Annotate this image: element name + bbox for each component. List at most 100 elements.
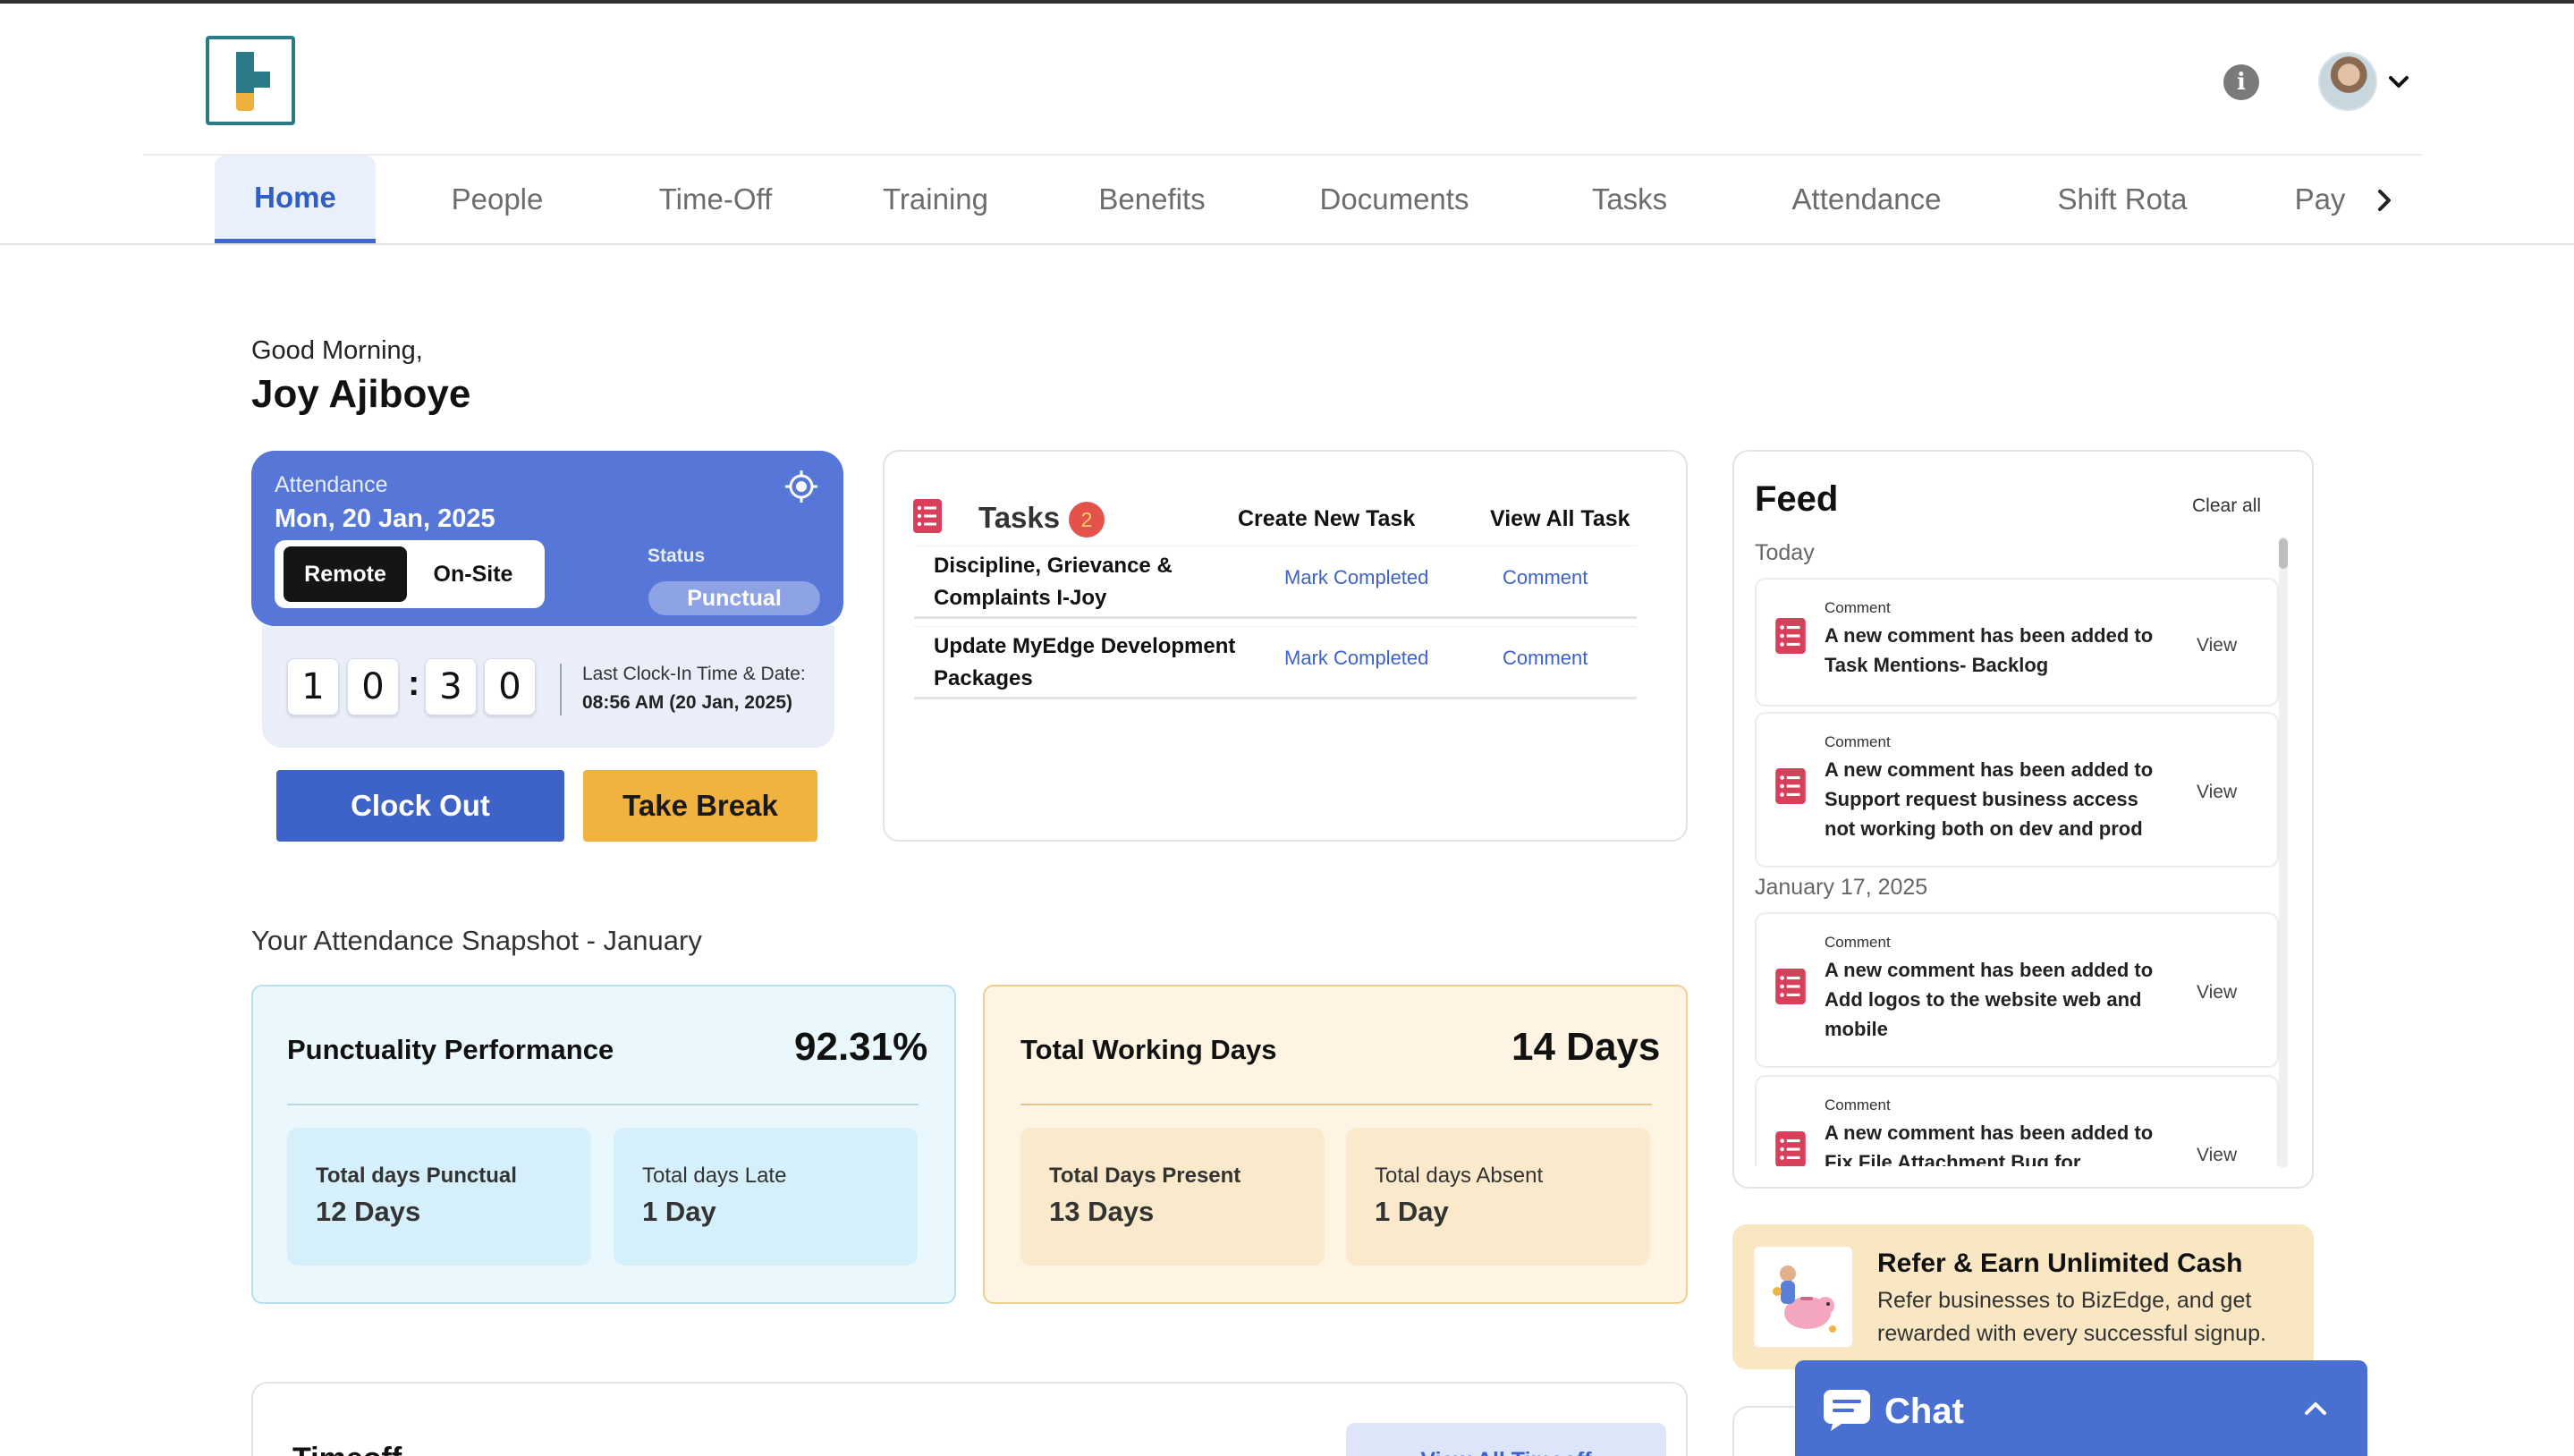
stat-value: 1 Day [642,1196,716,1227]
task-name: Discipline, Grievance & Complaints I-Joy [934,554,1173,610]
feed-date-heading: Today [1755,540,1815,565]
stat-label: Total days Punctual [316,1164,517,1188]
feed-item[interactable]: Comment A new comment has been added to … [1755,1075,2279,1166]
punctuality-value: 92.31% [794,1025,928,1069]
divider [287,1104,919,1105]
status-badge: Punctual [648,581,820,615]
working-days-heading: Total Working Days [1020,1034,1277,1065]
feed-date-heading: January 17, 2025 [1755,875,1928,900]
timer-digit: 0 [347,658,399,715]
refer-text: Refer businesses to BizEdge, and get rew… [1877,1288,2266,1346]
feed-item-kind: Comment [1825,599,1891,616]
feed-item-text: A new comment has been added to Fix File… [1825,1122,2154,1166]
comment-button[interactable]: Comment [1503,566,1588,589]
tab-documents[interactable]: Documents [1299,156,1490,243]
chevron-right-icon[interactable] [2370,182,2399,218]
create-new-task-link[interactable]: Create New Task [1238,506,1415,532]
mark-completed-button[interactable]: Mark Completed [1284,566,1428,589]
mark-completed-button[interactable]: Mark Completed [1284,647,1428,670]
task-list-icon [1775,1131,1806,1166]
company-logo[interactable] [206,36,295,125]
divider [560,664,562,715]
stat-label: Total days Late [642,1164,787,1188]
divider [1020,1104,1652,1105]
tab-training[interactable]: Training [866,156,1005,243]
feed-item-kind: Comment [1825,1096,1891,1113]
mode-remote-button[interactable]: Remote [284,546,407,602]
tab-home[interactable]: Home [215,156,376,243]
comment-button[interactable]: Comment [1503,647,1588,670]
task-list-icon [1775,768,1806,804]
punctuality-heading: Punctuality Performance [287,1034,614,1065]
location-target-icon[interactable] [783,469,819,504]
avatar[interactable] [2318,52,2377,111]
timer-digit: 0 [484,658,536,715]
feed-item-text: A new comment has been added to Support … [1825,758,2154,840]
feed-view-button[interactable]: View [2197,982,2237,1003]
tab-benefits[interactable]: Benefits [1075,156,1229,243]
task-row: Update MyEdge Development Packages Mark … [914,626,1637,699]
feed-item-text: A new comment has been added to Task Men… [1825,624,2154,676]
task-list-icon [1775,969,1806,1004]
refer-title: Refer & Earn Unlimited Cash [1877,1249,2243,1278]
feed-scrollbar[interactable] [2279,537,2288,1168]
logo-mark [254,72,270,88]
feed-item-text: A new comment has been added to Add logo… [1825,959,2154,1040]
last-clock-in-label: Last Clock-In Time & Date: [582,664,806,684]
chat-label: Chat [1884,1392,1964,1431]
tasks-title: Tasks [978,501,1061,534]
snapshot-title: Your Attendance Snapshot - January [251,925,702,956]
feed-view-button[interactable]: View [2197,1145,2237,1166]
status-label: Status [648,546,706,566]
take-break-button[interactable]: Take Break [583,770,817,842]
stat-value: 1 Day [1375,1196,1449,1227]
feed-scrollbar-thumb[interactable] [2279,538,2288,569]
chevron-up-icon[interactable] [2302,1395,2329,1422]
view-all-task-link[interactable]: View All Task [1490,506,1630,532]
stat-label: Total days Absent [1375,1164,1544,1188]
tab-tasks[interactable]: Tasks [1567,156,1692,243]
feed-list[interactable]: Today Comment A new comment has been add… [1755,537,2291,1166]
greeting-salutation: Good Morning, [251,336,423,365]
tab-attendance[interactable]: Attendance [1773,156,1960,243]
feed-item[interactable]: Comment A new comment has been added to … [1755,712,2279,868]
timer-digit: 3 [425,658,477,715]
attendance-date: Mon, 20 Jan, 2025 [275,504,495,533]
task-name: Update MyEdge Development Packages [934,634,1236,690]
stat-total-late: Total days Late 1 Day [614,1128,918,1266]
clear-all-button[interactable]: Clear all [2192,495,2261,517]
tab-time-off[interactable]: Time-Off [637,156,794,243]
stat-label: Total Days Present [1049,1164,1241,1188]
main-nav-tabs: Home People Time-Off Training Benefits D… [0,156,2574,245]
feed-view-button[interactable]: View [2197,635,2237,656]
feed-item[interactable]: Comment A new comment has been added to … [1755,578,2279,707]
stat-total-absent: Total days Absent 1 Day [1346,1128,1650,1266]
info-icon[interactable]: i [2223,64,2259,100]
feed-title: Feed [1755,479,1839,519]
chat-bubble-icon [1824,1390,1870,1431]
piggy-bank-illustration [1754,1247,1852,1347]
feed-item[interactable]: Comment A new comment has been added to … [1755,912,2279,1068]
view-all-timeoff-button[interactable]: View All Timeoff [1346,1423,1666,1456]
stat-total-present: Total Days Present 13 Days [1020,1128,1325,1266]
timer-digit: 1 [287,658,339,715]
chat-widget[interactable] [1795,1360,2367,1456]
mode-onsite-button[interactable]: On-Site [416,546,530,602]
timer-separator: : [408,664,420,703]
tab-people[interactable]: People [429,156,565,243]
last-clock-in-value: 08:56 AM (20 Jan, 2025) [582,692,793,713]
tab-shift-rota[interactable]: Shift Rota [2041,156,2204,243]
timeoff-title: Timeoff [292,1442,402,1456]
stat-value: 13 Days [1049,1196,1155,1227]
task-list-icon [913,499,942,533]
working-days-value: 14 Days [1511,1025,1661,1069]
clock-out-button[interactable]: Clock Out [276,770,564,842]
chevron-down-icon[interactable] [2386,70,2411,95]
stat-value: 12 Days [316,1196,421,1227]
greeting-name: Joy Ajiboye [251,372,471,416]
tab-pay[interactable]: Pay [2284,156,2356,243]
feed-view-button[interactable]: View [2197,782,2237,803]
task-row: Discipline, Grievance & Complaints I-Joy… [914,546,1637,619]
feed-item-kind: Comment [1825,733,1891,750]
stat-total-punctual: Total days Punctual 12 Days [287,1128,591,1266]
